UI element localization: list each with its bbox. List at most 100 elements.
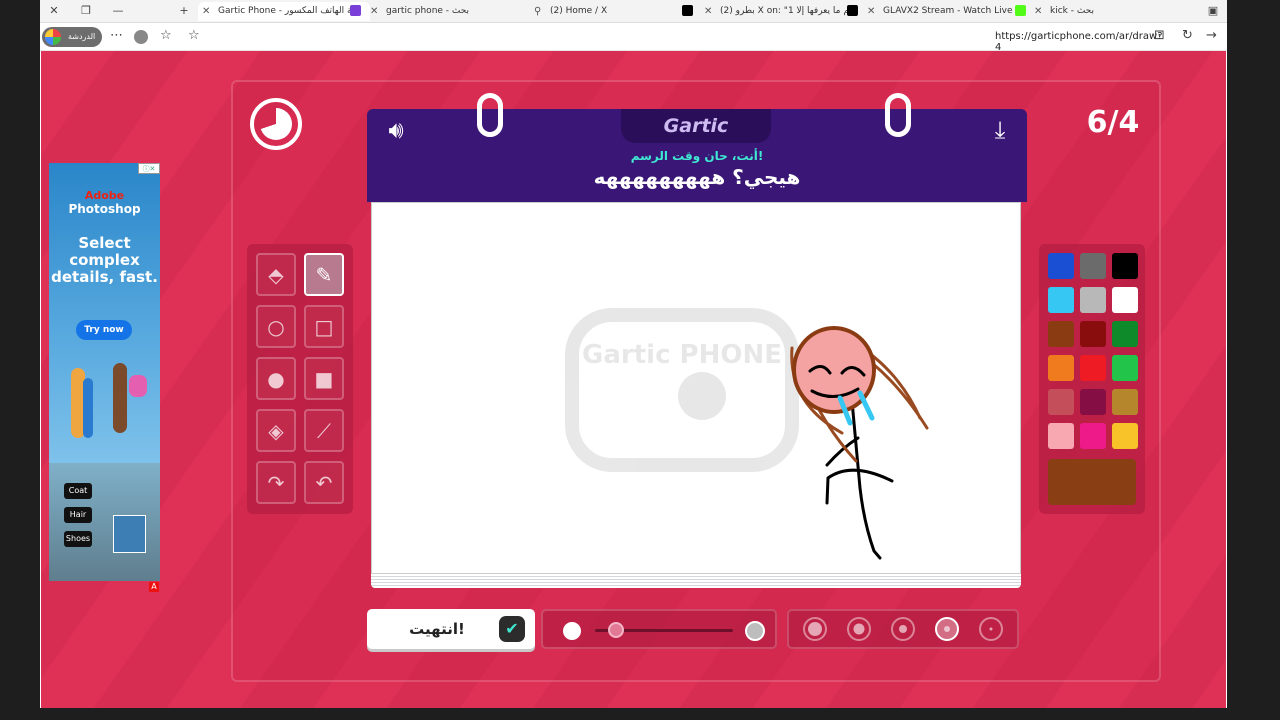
- reload-icon[interactable]: ↻: [1182, 28, 1193, 43]
- color-swatch[interactable]: [1080, 355, 1106, 381]
- stick-figure: [790, 326, 929, 560]
- brush-size-option[interactable]: [979, 617, 1003, 641]
- brush-size-picker: [787, 609, 1019, 649]
- restore-icon[interactable]: ❐: [76, 3, 96, 19]
- address-bar: الدردشة ⋯ ☆ ☆ https://garticphone.com/ar…: [40, 24, 1227, 53]
- eraser-tool[interactable]: ⬘: [256, 253, 296, 296]
- tab-label: GLAVX2 Stream - Watch Live on K: [883, 6, 1013, 16]
- brush-size-dot: [944, 626, 950, 632]
- tab-x-home[interactable]: ⚲ (2) Home / X: [530, 2, 690, 21]
- ad-person-1-legs: [83, 378, 93, 438]
- done-label: انتهيت!: [409, 620, 465, 638]
- favorites-icon[interactable]: ☆: [160, 28, 172, 43]
- browser-window: ✕ ❐ — + ✕ Gartic Phone - لعبة الهاتف المك…: [40, 0, 1227, 708]
- close-icon[interactable]: ✕: [44, 3, 64, 19]
- minimize-icon[interactable]: —: [108, 3, 128, 19]
- ad-brand-top: Adobe: [84, 189, 125, 202]
- color-swatch[interactable]: [1080, 321, 1106, 347]
- line-tool[interactable]: ⟋: [304, 409, 344, 452]
- color-swatch[interactable]: [1080, 389, 1106, 415]
- tab-search[interactable]: ✕ gartic phone - بحث: [366, 2, 516, 21]
- forward-icon[interactable]: →: [1206, 28, 1217, 43]
- color-swatch[interactable]: [1048, 321, 1074, 347]
- ad-cta-button[interactable]: Try now: [76, 320, 132, 340]
- url-field[interactable]: https://garticphone.com/ar/draw?4: [995, 31, 1163, 53]
- download-icon[interactable]: ⤓: [983, 116, 1017, 146]
- brush-size-option[interactable]: [803, 617, 827, 641]
- profile-button[interactable]: الدردشة: [42, 27, 102, 47]
- circle-filled-tool[interactable]: ●: [256, 357, 296, 400]
- extension-icon[interactable]: [134, 30, 148, 44]
- color-swatch[interactable]: [1048, 423, 1074, 449]
- avatar: [45, 29, 61, 45]
- tab-kick-stream[interactable]: ✕ GLAVX2 Stream - Watch Live on K: [863, 2, 1013, 21]
- ad-close-icon[interactable]: A: [149, 582, 159, 592]
- tab-x-post[interactable]: ✕ (2) بطرو X on: "1 منهم ما يعرفها إلا: [700, 2, 850, 21]
- brush-size-option[interactable]: [847, 617, 871, 641]
- undo-tool[interactable]: ↶: [304, 461, 344, 504]
- ad-thumbnail[interactable]: [113, 515, 146, 553]
- opacity-slider[interactable]: [541, 609, 777, 649]
- page-stack: [371, 574, 1021, 588]
- circle-outline-tool[interactable]: ○: [256, 305, 296, 348]
- pencil-tool[interactable]: ✎: [304, 253, 344, 296]
- bookmark-star-icon[interactable]: ☆: [188, 28, 200, 43]
- tab-close-icon[interactable]: ✕: [867, 2, 875, 21]
- tab-close-icon[interactable]: ✕: [1034, 2, 1042, 21]
- square-outline-tool[interactable]: □: [304, 305, 344, 348]
- ad-choices-icon[interactable]: ⓘ✕: [138, 163, 160, 174]
- tab-close-icon[interactable]: ✕: [704, 2, 712, 21]
- color-swatch[interactable]: [1112, 355, 1138, 381]
- tab-gartic-phone[interactable]: ✕ Gartic Phone - لعبة الهاتف المكسور: [198, 2, 370, 21]
- square-filled-icon: ■: [314, 366, 334, 391]
- color-swatch[interactable]: [1112, 287, 1138, 313]
- timer-icon: [250, 98, 302, 150]
- done-button[interactable]: انتهيت! ✔: [367, 609, 535, 649]
- tab-actions-icon[interactable]: ▣: [1203, 3, 1223, 19]
- color-swatch[interactable]: [1080, 287, 1106, 313]
- checkmark-icon: ✔: [499, 616, 525, 642]
- color-swatch[interactable]: [1048, 389, 1074, 415]
- binder-ring-right: [885, 93, 911, 137]
- bucket-tool[interactable]: ◈: [256, 409, 296, 452]
- profile-label: الدردشة: [68, 32, 96, 41]
- ad-banner[interactable]: ⓘ✕ Adobe Photoshop Select complex detail…: [49, 163, 160, 581]
- tab-label: gartic phone - بحث: [386, 6, 470, 16]
- ad-chip-hair[interactable]: Hair: [64, 507, 92, 523]
- brush-size-option[interactable]: [935, 617, 959, 641]
- ad-chip-coat[interactable]: Coat: [64, 483, 92, 499]
- color-swatch[interactable]: [1112, 321, 1138, 347]
- color-swatch[interactable]: [1080, 253, 1106, 279]
- ad-chip-shoes[interactable]: Shoes: [64, 531, 92, 547]
- gartic-game: ⓘ✕ Adobe Photoshop Select complex detail…: [41, 51, 1226, 708]
- tab-label: Gartic Phone - لعبة الهاتف المكسور: [218, 6, 362, 16]
- sound-icon[interactable]: 🔊︎: [379, 116, 413, 146]
- eraser-icon: ⬘: [268, 262, 284, 287]
- square-filled-tool[interactable]: ■: [304, 357, 344, 400]
- new-tab-icon[interactable]: +: [174, 3, 194, 19]
- circle-filled-icon: ●: [267, 366, 285, 391]
- tab-close-icon[interactable]: ✕: [370, 2, 378, 21]
- redo-tool[interactable]: ↷: [256, 461, 296, 504]
- tab-kick-search[interactable]: ✕ kick - بحث: [1030, 2, 1190, 21]
- opacity-max-icon: [745, 621, 765, 641]
- tool-panel: ⬘ ✎ ○ □ ● ■ ◈ ⟋ ↷ ↶: [247, 244, 353, 514]
- ad-brand: Photoshop: [68, 202, 141, 216]
- x-favicon: [682, 5, 693, 16]
- brush-size-dot: [853, 623, 865, 635]
- opacity-knob[interactable]: [607, 622, 624, 638]
- tab-close-icon[interactable]: ✕: [202, 2, 210, 21]
- drawing-canvas[interactable]: Gartic PHONE: [371, 202, 1021, 574]
- page-info-icon[interactable]: ⊡: [1154, 28, 1165, 43]
- color-swatch[interactable]: [1048, 287, 1074, 313]
- color-swatch[interactable]: [1112, 423, 1138, 449]
- square-outline-icon: □: [314, 314, 334, 339]
- color-swatch[interactable]: [1080, 423, 1106, 449]
- color-swatch[interactable]: [1048, 355, 1074, 381]
- color-swatch[interactable]: [1048, 253, 1074, 279]
- color-swatch[interactable]: [1112, 253, 1138, 279]
- brush-size-option[interactable]: [891, 617, 915, 641]
- more-icon[interactable]: ⋯: [110, 28, 123, 43]
- gartic-logo: Gartic: [621, 109, 771, 143]
- color-swatch[interactable]: [1112, 389, 1138, 415]
